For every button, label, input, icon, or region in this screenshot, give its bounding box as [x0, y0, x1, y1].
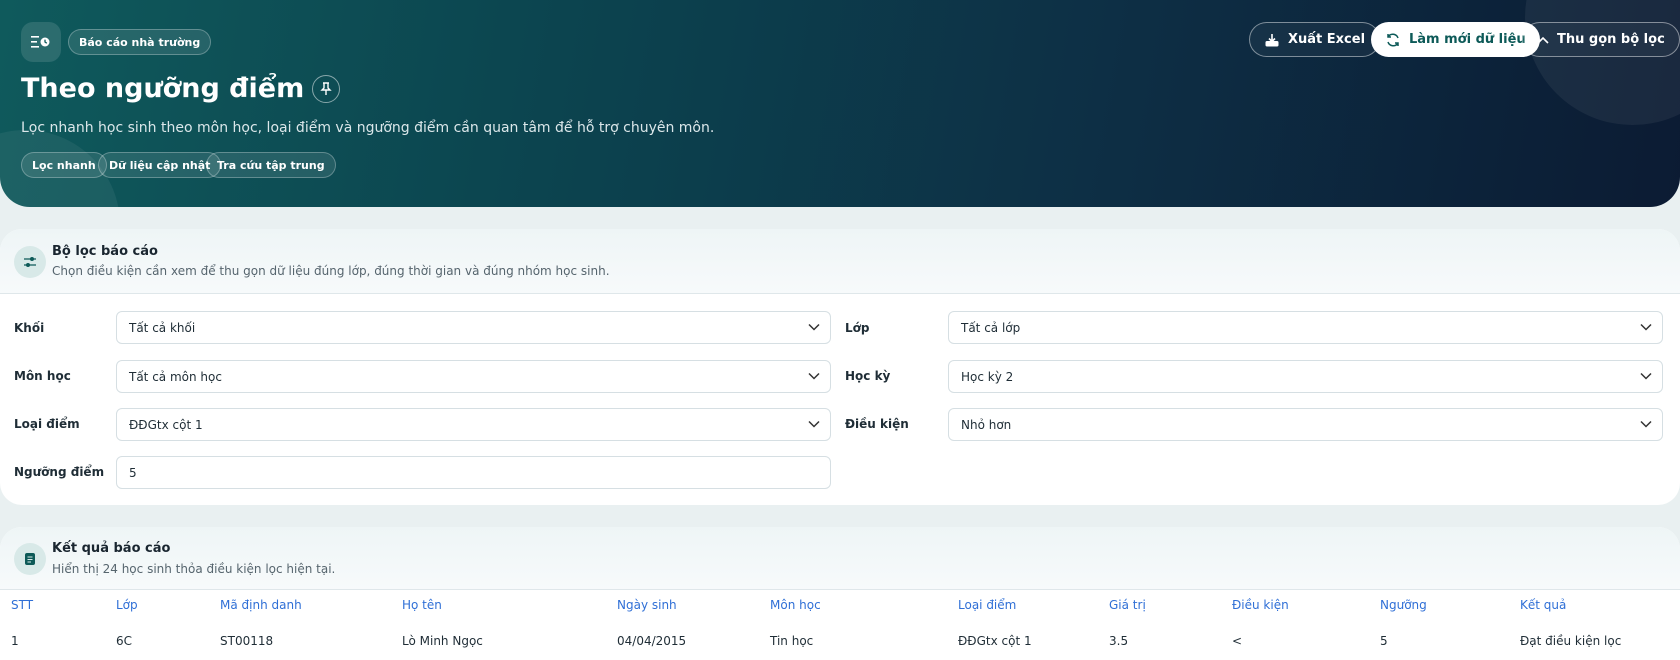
- hero-decoration: [1525, 0, 1680, 125]
- class-select[interactable]: Tất cả lớp: [948, 311, 1663, 344]
- cell-value: 3.5: [1109, 634, 1129, 648]
- pin-button[interactable]: [312, 74, 341, 103]
- subject-label: Môn học: [14, 369, 71, 383]
- score-type-select-value: ĐĐGtx cột 1: [129, 417, 203, 432]
- col-header-value[interactable]: Giá trị: [1109, 598, 1146, 612]
- cell-condition: <: [1232, 634, 1243, 648]
- sliders-icon: [14, 246, 46, 278]
- chevron-down-icon: [1640, 323, 1652, 331]
- col-header-threshold[interactable]: Ngưỡng: [1380, 598, 1427, 612]
- chevron-down-icon: [808, 420, 820, 428]
- condition-select[interactable]: Nhỏ hơn: [948, 408, 1663, 441]
- chevron-up-icon: [1537, 36, 1549, 44]
- term-select-value: Học kỳ 2: [961, 369, 1014, 384]
- col-header-full-name[interactable]: Họ tên: [402, 598, 442, 612]
- report-category-badge: Báo cáo nhà trường: [68, 29, 212, 55]
- menu-history-button[interactable]: [21, 22, 61, 62]
- download-icon: [1265, 33, 1279, 46]
- report-hero: Báo cáo nhà trường Theo ngưỡng điểm Lọc …: [0, 0, 1680, 207]
- col-header-birthdate[interactable]: Ngày sinh: [617, 598, 677, 612]
- chevron-down-icon: [1640, 420, 1652, 428]
- results-panel-title: Kết quả báo cáo: [52, 541, 171, 556]
- condition-select-value: Nhỏ hơn: [961, 417, 1012, 432]
- col-header-student-id[interactable]: Mã định danh: [220, 598, 302, 612]
- collapse-filter-label: Thu gọn bộ lọc: [1557, 32, 1665, 47]
- results-panel-subtitle: Hiển thị 24 học sinh thỏa điều kiện lọc …: [52, 562, 336, 576]
- refresh-data-button[interactable]: Làm mới dữ liệu: [1371, 22, 1540, 57]
- tag-updated-data: Dữ liệu cập nhật: [98, 152, 222, 178]
- score-type-label: Loại điểm: [14, 417, 80, 431]
- cell-score-type: ĐĐGtx cột 1: [958, 634, 1032, 648]
- page-title: Theo ngưỡng điểm: [21, 73, 341, 104]
- cell-full-name: Lò Minh Ngọc: [402, 634, 483, 648]
- page-title-text: Theo ngưỡng điểm: [21, 73, 305, 104]
- menu-history-icon: [31, 36, 50, 48]
- refresh-data-label: Làm mới dữ liệu: [1409, 32, 1526, 47]
- cell-result: Đạt điều kiện lọc: [1520, 634, 1622, 648]
- grade-label: Khối: [14, 321, 45, 335]
- filter-panel: Bộ lọc báo cáo Chọn điều kiện cần xem để…: [0, 229, 1680, 505]
- cell-stt: 1: [11, 634, 19, 648]
- threshold-label: Ngưỡng điểm: [14, 465, 105, 479]
- cell-subject: Tin học: [770, 634, 814, 648]
- cell-class: 6C: [116, 634, 133, 648]
- threshold-input[interactable]: 5: [116, 456, 831, 489]
- chevron-down-icon: [808, 323, 820, 331]
- term-select[interactable]: Học kỳ 2: [948, 360, 1663, 393]
- export-excel-button[interactable]: Xuất Excel: [1249, 22, 1381, 57]
- grade-select[interactable]: Tất cả khối: [116, 311, 831, 344]
- term-label: Học kỳ: [845, 369, 891, 383]
- grade-select-value: Tất cả khối: [129, 320, 196, 335]
- col-header-class[interactable]: Lớp: [116, 598, 138, 612]
- tag-focused-lookup: Tra cứu tập trung: [206, 152, 336, 178]
- class-select-value: Tất cả lớp: [961, 320, 1021, 335]
- col-header-subject[interactable]: Môn học: [770, 598, 821, 612]
- class-label: Lớp: [845, 321, 870, 335]
- filter-panel-header: Bộ lọc báo cáo Chọn điều kiện cần xem để…: [0, 229, 1680, 294]
- filter-panel-title: Bộ lọc báo cáo: [52, 244, 158, 259]
- results-panel-header: Kết quả báo cáo Hiển thị 24 học sinh thỏ…: [0, 527, 1680, 590]
- document-icon: [14, 543, 46, 575]
- collapse-filter-button[interactable]: Thu gọn bộ lọc: [1522, 22, 1680, 57]
- col-header-result[interactable]: Kết quả: [1520, 598, 1566, 612]
- chevron-down-icon: [1640, 372, 1652, 380]
- col-header-stt[interactable]: STT: [11, 598, 33, 612]
- export-excel-label: Xuất Excel: [1288, 32, 1366, 47]
- cell-threshold: 5: [1380, 634, 1388, 648]
- filter-panel-subtitle: Chọn điều kiện cần xem để thu gọn dữ liệ…: [52, 264, 610, 278]
- score-type-select[interactable]: ĐĐGtx cột 1: [116, 408, 831, 441]
- subject-select[interactable]: Tất cả môn học: [116, 360, 831, 393]
- subject-select-value: Tất cả môn học: [129, 369, 222, 384]
- cell-student-id: ST00118: [220, 634, 274, 648]
- cell-birthdate: 04/04/2015: [617, 634, 687, 648]
- pin-icon: [320, 81, 332, 95]
- threshold-input-value: 5: [129, 465, 137, 480]
- col-header-score-type[interactable]: Loại điểm: [958, 598, 1016, 612]
- col-header-condition[interactable]: Điều kiện: [1232, 598, 1289, 612]
- condition-label: Điều kiện: [845, 417, 909, 431]
- tag-quick-filter: Lọc nhanh: [21, 152, 107, 178]
- page-description: Lọc nhanh học sinh theo môn học, loại đi…: [21, 120, 715, 136]
- refresh-icon: [1387, 32, 1399, 47]
- chevron-down-icon: [808, 372, 820, 380]
